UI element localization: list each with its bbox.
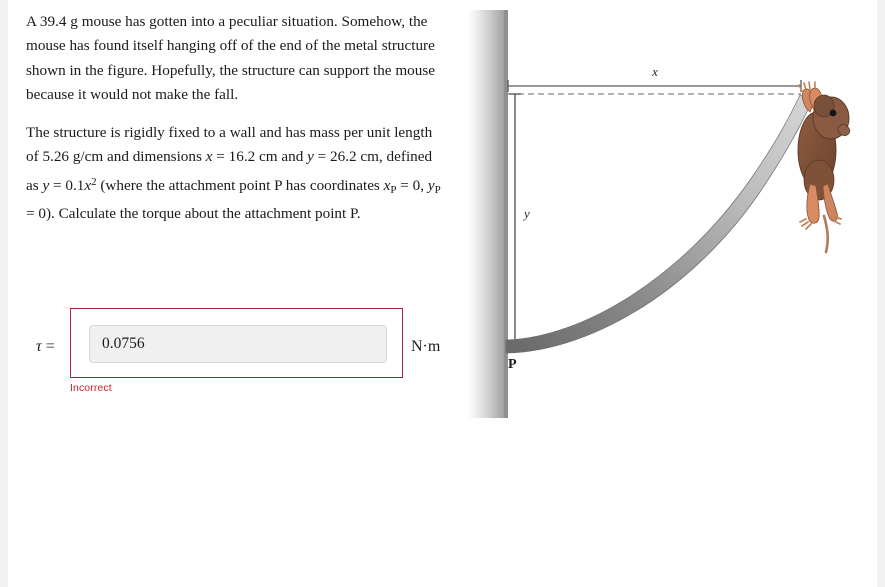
problem-paragraph-2: The structure is rigidly fixed to a wall… [26, 121, 446, 226]
formula-coefficient: 0.1 [65, 176, 85, 194]
comma-separator: , [420, 176, 428, 194]
paragraph2-text-3: (where the attachment point P has coordi… [96, 176, 384, 194]
variable-yp: y [427, 176, 435, 194]
tau-equals-label: τ = [36, 338, 55, 356]
answer-area: τ = N·m Incorrect [26, 300, 456, 400]
y-dimension-line [509, 93, 521, 348]
status-badge-incorrect: Incorrect [70, 382, 112, 394]
page-left-margin [0, 0, 8, 587]
value-yp: 0 [38, 205, 46, 223]
equals-4: = [396, 176, 413, 194]
x-dimension-line [507, 80, 802, 92]
unit-label: N·m [411, 338, 441, 355]
equals-3: = [49, 176, 66, 194]
problem-figure: x y P [460, 0, 877, 430]
variable-y: y [307, 148, 314, 166]
y-dimension-label: y [522, 206, 530, 221]
equals-2: = [313, 148, 331, 166]
subscript-p-2: P [434, 183, 441, 196]
equals-sign: = [41, 338, 55, 355]
wall-column [468, 10, 508, 418]
page-right-margin [877, 0, 885, 587]
attachment-point-label: P [508, 357, 517, 372]
parabolic-beam [505, 94, 813, 354]
mouse-illustration [797, 81, 851, 254]
x-dimension-label: x [651, 64, 658, 79]
equals-5: = [26, 205, 39, 223]
value-x: 16.2 cm [228, 148, 278, 166]
answer-input[interactable] [89, 325, 387, 363]
equals-1: = [212, 148, 229, 166]
conjunction-and: and [277, 148, 308, 166]
problem-paragraph-1: A 39.4 g mouse has gotten into a peculia… [26, 13, 435, 103]
answer-box-outline [70, 308, 403, 378]
problem-statement: A 39.4 g mouse has gotten into a peculia… [26, 10, 446, 237]
paragraph2-text-4: ). Calculate the torque about the attach… [45, 205, 361, 223]
page-content: A 39.4 g mouse has gotten into a peculia… [8, 0, 877, 587]
value-y: 26.2 cm [330, 148, 379, 166]
